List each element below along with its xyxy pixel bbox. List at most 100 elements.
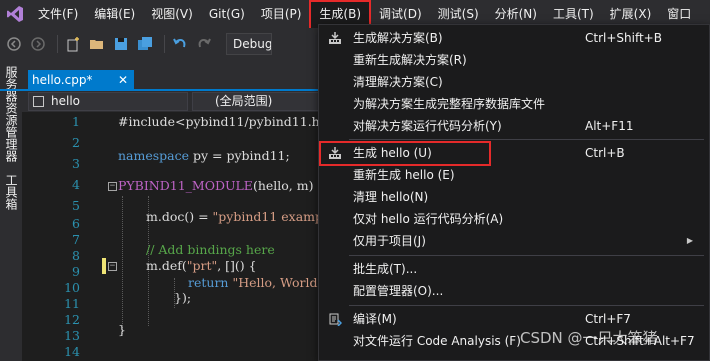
code-line: namespace py = pybind11; <box>118 148 290 163</box>
line-number: 6 <box>72 216 80 231</box>
menu-rebuild-solution[interactable]: 重新生成解决方案(R) <box>319 49 709 71</box>
code-text: m.doc() = <box>146 209 213 224</box>
menu-clean-hello[interactable]: 清理 hello(N) <box>319 186 709 208</box>
server-explorer-tab[interactable]: 服务器资源管理器 <box>3 66 20 162</box>
build-menu-dropdown: 生成解决方案(B) Ctrl+Shift+B 重新生成解决方案(R) 清理解决方… <box>318 24 710 361</box>
keyword: namespace <box>118 148 190 163</box>
menu-rebuild-hello[interactable]: 重新生成 hello (E) <box>319 164 709 186</box>
menu-git[interactable]: Git(G) <box>201 0 253 28</box>
menu-item-label: 仅对 hello 运行代码分析(A) <box>353 212 504 226</box>
configuration-select[interactable]: Debug <box>226 33 272 55</box>
change-marker <box>102 258 106 274</box>
code-line: } <box>118 322 126 337</box>
tab-hello-cpp[interactable]: hello.cpp* ✕ <box>28 70 134 91</box>
menu-project-only[interactable]: 仅用于项目(J) ▶ <box>319 230 709 252</box>
line-number: 10 <box>64 280 80 295</box>
new-item-icon[interactable] <box>63 34 83 54</box>
project-dropdown[interactable]: hello <box>28 92 188 111</box>
line-number: 4 <box>72 177 80 192</box>
menu-item-label: 清理解决方案(C) <box>353 75 443 89</box>
menu-item-label: 对文件运行 Code Analysis (F) <box>353 334 521 348</box>
code-text: }); <box>174 290 192 305</box>
include-directive: #include<pybind11/pybind11.h> <box>118 114 331 129</box>
project-icon <box>33 96 44 107</box>
save-icon[interactable] <box>111 34 131 54</box>
code-line: m.doc() = "pybind11 exampl <box>146 209 327 224</box>
string-literal: "prt" <box>186 258 218 273</box>
line-number: 9 <box>72 264 80 279</box>
menu-separator <box>349 305 704 306</box>
code-text: , []() { <box>217 258 257 273</box>
code-line: PYBIND11_MODULE(hello, m) { <box>118 178 325 193</box>
menu-clean-solution[interactable]: 清理解决方案(C) <box>319 71 709 93</box>
menu-analyze-solution[interactable]: 对解决方案运行代码分析(Y) Alt+F11 <box>319 115 709 137</box>
line-number: 12 <box>64 312 80 327</box>
code-text: } <box>118 322 126 337</box>
menu-item-label: 为解决方案生成完整程序数据库文件 <box>353 97 546 111</box>
menu-analyze-hello[interactable]: 仅对 hello 运行代码分析(A) <box>319 208 709 230</box>
undo-icon[interactable] <box>170 34 190 54</box>
line-number: 1 <box>72 114 80 129</box>
menu-item-label: 生成解决方案(B) <box>353 31 443 45</box>
menu-edit[interactable]: 编辑(E) <box>86 0 143 28</box>
line-number: 13 <box>64 328 80 343</box>
menu-item-label: 清理 hello(N) <box>353 190 429 204</box>
shortcut-label: Ctrl+Shift+B <box>585 31 662 45</box>
visual-studio-logo-icon[interactable] <box>0 0 30 28</box>
code-text: m.def( <box>146 258 187 273</box>
indent-guide <box>122 196 123 336</box>
close-icon[interactable]: ✕ <box>118 70 128 91</box>
toolbar-separator <box>57 35 58 53</box>
code-line: }); <box>174 290 191 305</box>
code-text: py = pybind11; <box>189 148 290 163</box>
menu-item-label: 编译(M) <box>353 312 397 326</box>
code-line: m.def("prt", []() { <box>146 258 257 273</box>
build-solution-icon <box>327 30 343 46</box>
collapse-icon[interactable]: − <box>108 182 117 191</box>
menu-file[interactable]: 文件(F) <box>30 0 86 28</box>
line-number: 11 <box>64 296 80 311</box>
macro-name: PYBIND11_MODULE <box>118 178 253 193</box>
compile-icon <box>327 311 343 327</box>
string-literal: "Hello, World! <box>228 275 323 290</box>
open-folder-icon[interactable] <box>87 34 107 54</box>
line-number: 7 <box>72 232 80 247</box>
menu-item-label: 配置管理器(O)... <box>353 284 444 298</box>
code-line: return "Hello, World! <box>188 275 323 290</box>
menu-separator <box>349 255 704 256</box>
line-number: 8 <box>72 248 80 263</box>
menu-build-solution[interactable]: 生成解决方案(B) Ctrl+Shift+B <box>319 27 709 49</box>
comment: // Add bindings here <box>146 242 275 257</box>
keyword: return <box>188 275 229 290</box>
save-all-icon[interactable] <box>135 34 155 54</box>
menu-item-label: 批生成(T)... <box>353 262 418 276</box>
menu-item-label: 重新生成 hello (E) <box>353 168 455 182</box>
shortcut-label: Alt+F11 <box>585 119 634 133</box>
scope-name: (全局范围) <box>215 94 273 108</box>
menu-separator <box>349 139 704 140</box>
code-line: // Add bindings here <box>146 242 275 257</box>
line-number: 14 <box>64 344 80 359</box>
menu-item-label: 重新生成解决方案(R) <box>353 53 467 67</box>
back-icon[interactable] <box>4 34 24 54</box>
toolbar-separator <box>164 35 165 53</box>
menu-configuration-manager[interactable]: 配置管理器(O)... <box>319 280 709 302</box>
tab-label: hello.cpp* <box>32 73 93 87</box>
menu-generate-pdb[interactable]: 为解决方案生成完整程序数据库文件 <box>319 93 709 115</box>
side-tool-strip: 服务器资源管理器 工具箱 <box>0 60 22 361</box>
submenu-arrow-icon: ▶ <box>686 236 693 245</box>
menu-project[interactable]: 项目(P) <box>253 0 310 28</box>
menu-view[interactable]: 视图(V) <box>143 0 201 28</box>
highlight-annotation-box <box>319 141 491 166</box>
collapse-icon[interactable]: − <box>108 262 117 271</box>
project-name: hello <box>51 94 80 108</box>
menu-item-label: 对解决方案运行代码分析(Y) <box>353 119 502 133</box>
menu-batch-build[interactable]: 批生成(T)... <box>319 258 709 280</box>
forward-icon[interactable] <box>28 34 48 54</box>
line-number: 5 <box>72 198 80 213</box>
toolbox-tab[interactable]: 工具箱 <box>3 174 20 210</box>
menu-item-label: 仅用于项目(J) <box>353 234 426 248</box>
redo-icon[interactable] <box>194 34 214 54</box>
string-literal: "pybind11 exampl <box>212 209 328 224</box>
line-number: 2 <box>72 135 80 150</box>
